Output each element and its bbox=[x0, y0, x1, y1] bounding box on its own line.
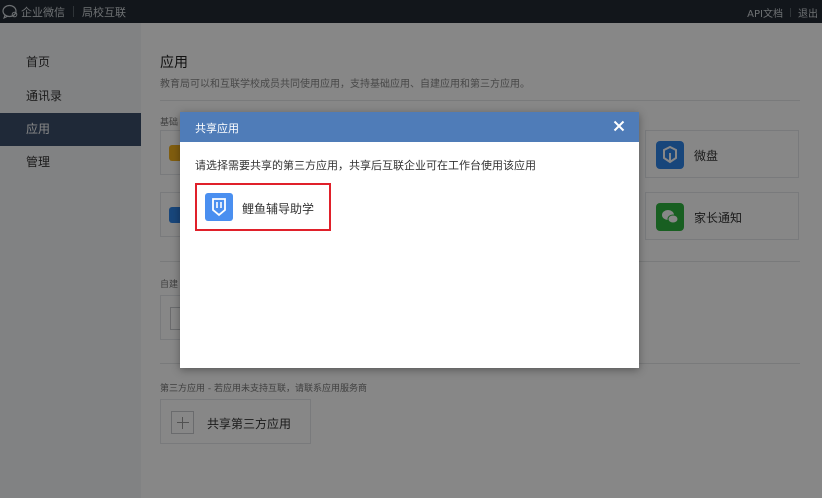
dialog-header: 共享应用 bbox=[180, 112, 639, 142]
dialog-title: 共享应用 bbox=[195, 122, 239, 135]
close-icon[interactable] bbox=[611, 118, 627, 134]
dialog-description: 请选择需要共享的第三方应用，共享后互联企业可在工作台使用该应用 bbox=[195, 159, 536, 172]
share-app-dialog: 共享应用 请选择需要共享的第三方应用，共享后互联企业可在工作台使用该应用 鲤鱼辅… bbox=[180, 112, 639, 368]
shared-app-item[interactable]: 鲤鱼辅导助学 bbox=[195, 183, 331, 231]
shared-app-name: 鲤鱼辅导助学 bbox=[242, 202, 315, 216]
bookmark-shield-icon bbox=[205, 193, 233, 221]
